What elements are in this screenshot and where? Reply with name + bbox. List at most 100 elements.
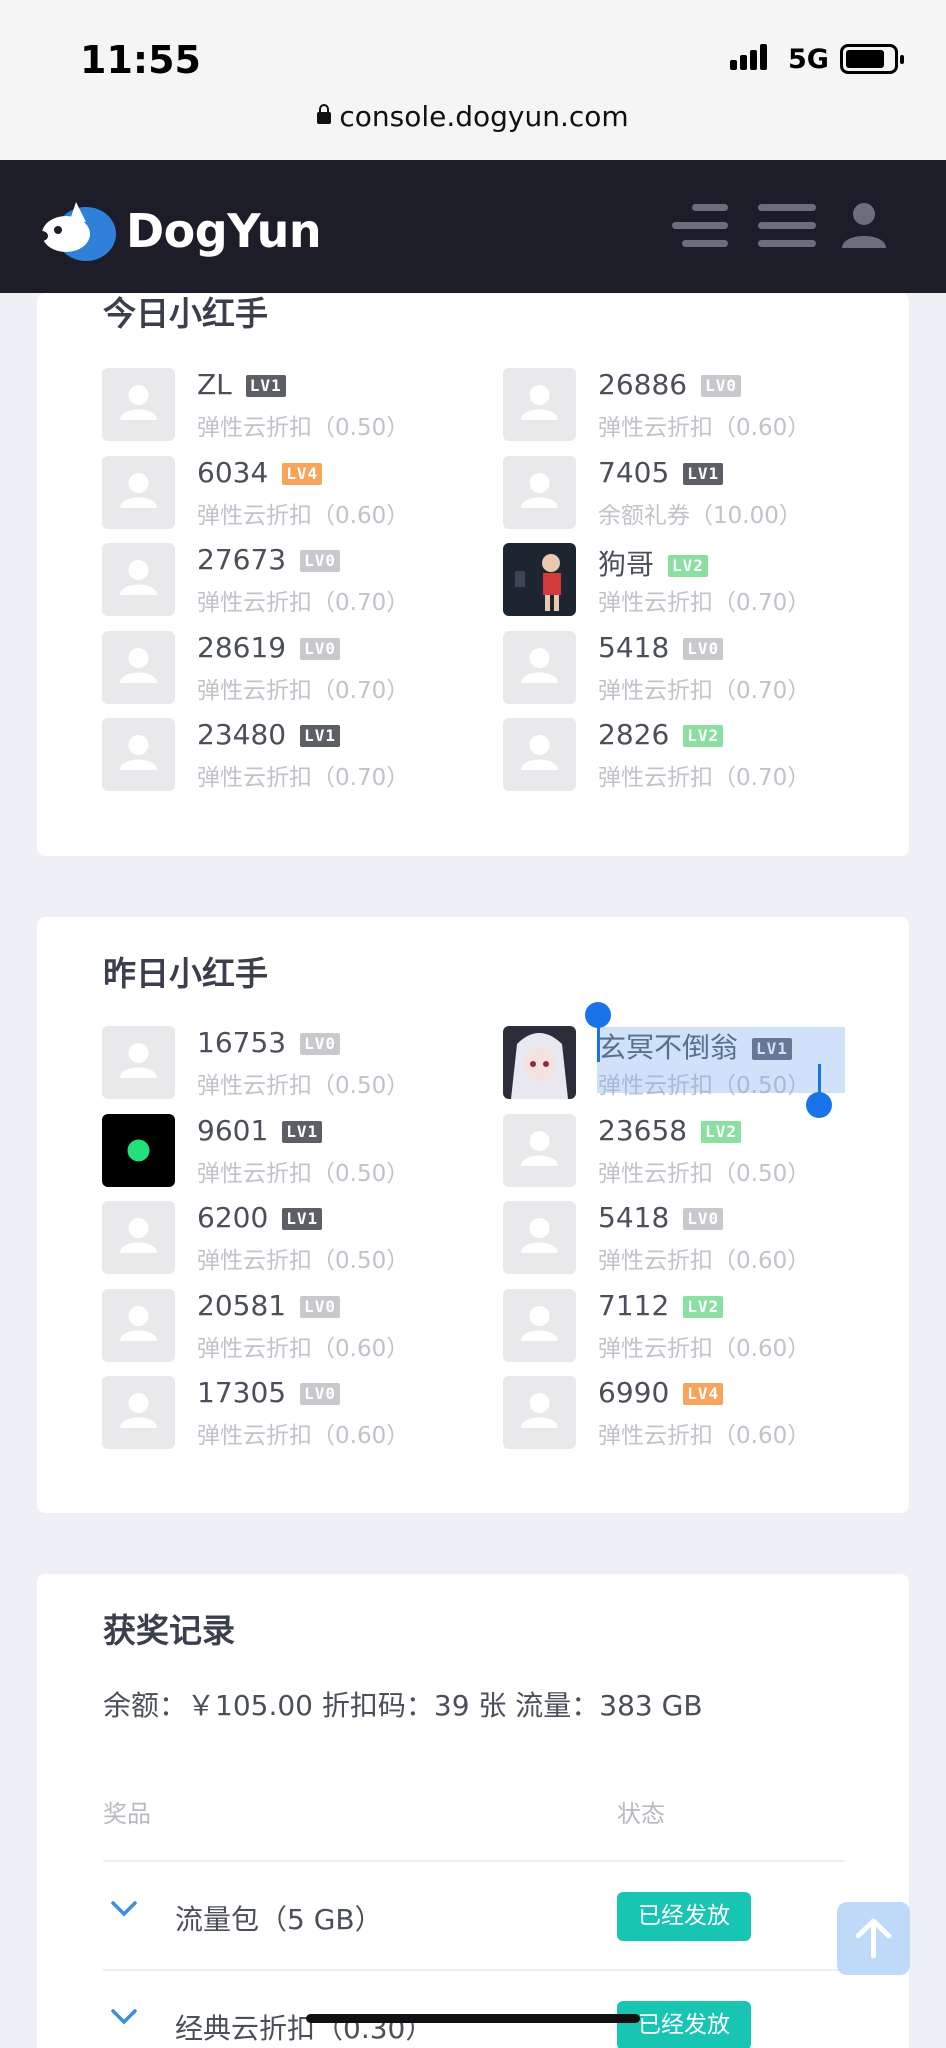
- prize-name: 经典云折扣（0.30）: [175, 2012, 434, 2045]
- winner-name: 7112 LV2: [598, 1289, 724, 1322]
- winner-item: 28619 LV0 弹性云折扣（0.70）: [102, 630, 472, 705]
- avatar: [102, 1201, 175, 1274]
- winner-name: 16753 LV0: [197, 1026, 340, 1059]
- winner-prize: 弹性云折扣（0.50）: [197, 1160, 410, 1187]
- winner-item: 5418 LV0 弹性云折扣（0.60）: [503, 1201, 873, 1275]
- winner-name-text: 27673: [197, 543, 287, 576]
- menu-icon[interactable]: [758, 202, 816, 250]
- winner-item: 玄冥不倒翁 LV1 弹性云折扣（0.50）: [503, 1002, 873, 1118]
- level-badge: LV1: [282, 1120, 323, 1143]
- winner-name: 6990 LV4: [598, 1376, 724, 1409]
- status-time: 11:55: [80, 38, 201, 82]
- lock-icon: [317, 104, 332, 124]
- chevron-down-icon[interactable]: [109, 2002, 139, 2032]
- winner-name: ZL LV1: [197, 368, 286, 401]
- winner-prize: 弹性云折扣（0.70）: [197, 677, 410, 704]
- avatar: [503, 543, 576, 616]
- winner-name: 5418 LV0: [598, 630, 724, 664]
- winner-item: 20581 LV0 弹性云折扣（0.60）: [102, 1288, 472, 1363]
- url-text: console.dogyun.com: [339, 100, 629, 133]
- winner-name-text: 28619: [197, 630, 287, 664]
- level-badge: LV1: [300, 725, 340, 747]
- yesterday-title: 昨日小红手: [103, 954, 268, 993]
- selection-start-dot[interactable]: [585, 1002, 611, 1028]
- winner-name-text: 9601: [197, 1113, 269, 1147]
- winner-name: 9601 LV1: [197, 1113, 323, 1147]
- avatar: [503, 718, 576, 791]
- level-badge: LV0: [683, 1208, 724, 1230]
- avatar: [503, 455, 576, 529]
- winner-prize: 弹性云折扣（0.70）: [197, 765, 410, 791]
- level-badge: LV0: [701, 375, 741, 397]
- avatar: [102, 718, 175, 791]
- winner-prize: 弹性云折扣（0.60）: [197, 1423, 410, 1449]
- winner-name-text: 5418: [598, 630, 670, 664]
- level-badge: LV0: [300, 637, 340, 660]
- level-badge: LV4: [683, 1383, 724, 1405]
- winner-item: 6200 LV1 弹性云折扣（0.50）: [102, 1201, 472, 1275]
- winner-item: 9601 LV1 弹性云折扣（0.50）: [102, 1113, 472, 1188]
- dog-logo-icon: [36, 202, 116, 261]
- records-summary: 余额：￥105.00 折扣码：39 张 流量：383 GB: [103, 1689, 703, 1722]
- winner-name-text: 26886: [598, 368, 688, 401]
- level-badge: LV1: [245, 375, 286, 397]
- level-badge: LV0: [300, 1383, 340, 1405]
- winner-name: 26886 LV0: [598, 368, 741, 401]
- user-icon[interactable]: [842, 202, 886, 250]
- logo[interactable]: DogYun: [36, 200, 322, 262]
- winner-name-text: 23480: [197, 718, 287, 751]
- battery-icon: [840, 44, 904, 74]
- winner-name-text: 2826: [598, 718, 670, 751]
- winner-name: 6034 LV4: [197, 455, 323, 489]
- chevron-down-icon[interactable]: [109, 1894, 139, 1924]
- winner-name: 23480 LV1: [197, 718, 340, 751]
- winner-name: 28619 LV0: [197, 631, 340, 664]
- level-badge: LV0: [300, 550, 340, 572]
- winner-prize: 弹性云折扣（0.70）: [598, 765, 811, 791]
- winner-prize: 弹性云折扣（0.50）: [197, 1073, 410, 1099]
- avatar: [503, 1288, 576, 1362]
- winner-prize: 弹性云折扣（0.60）: [598, 1335, 811, 1362]
- winner-name-text: 狗哥: [598, 548, 655, 581]
- logo-text: DogYun: [126, 204, 322, 258]
- winner-prize: 弹性云折扣（0.60）: [598, 1248, 811, 1274]
- winner-item: ZL LV1 弹性云折扣（0.50）: [102, 368, 472, 442]
- winner-item: 7112 LV2 弹性云折扣（0.60）: [503, 1288, 873, 1363]
- avatar: [102, 1113, 175, 1187]
- today-winners-card: 今日小红手 ZL LV1 弹性云折扣（0.50） 26886 LV0 弹性云折扣（0.60…: [37, 293, 909, 856]
- winner-name-text: 23658: [598, 1113, 688, 1147]
- winner-name-text: 6034: [197, 455, 269, 489]
- level-badge: LV0: [300, 1033, 340, 1055]
- status-badge: 已经发放: [617, 2001, 751, 2048]
- avatar: [102, 1288, 175, 1362]
- divider: [103, 1860, 845, 1862]
- col-prize-header: 奖品: [103, 1800, 151, 1828]
- winner-prize: 弹性云折扣（0.60）: [598, 415, 811, 441]
- winner-name: 5418 LV0: [598, 1201, 724, 1234]
- avatar: [102, 455, 175, 529]
- avatar: [503, 630, 576, 704]
- winner-prize: 弹性云折扣（0.50）: [197, 415, 410, 441]
- avatar: [503, 1026, 576, 1099]
- winner-prize: 弹性云折扣（0.70）: [598, 677, 811, 704]
- winner-name-text: 6200: [197, 1201, 269, 1234]
- winner-name-text: 5418: [598, 1201, 670, 1234]
- avatar: [102, 368, 175, 441]
- winner-name: 2826 LV2: [598, 718, 724, 751]
- arrow-up-icon: [855, 1918, 892, 1959]
- menu-fold-icon[interactable]: [672, 202, 730, 250]
- winner-name: 狗哥 LV2: [598, 543, 708, 583]
- winner-item: 26886 LV0 弹性云折扣（0.60）: [503, 368, 873, 442]
- level-badge: LV4: [282, 462, 323, 485]
- winner-item: 6034 LV4 弹性云折扣（0.60）: [102, 455, 472, 530]
- winner-prize: 弹性云折扣（0.60）: [598, 1423, 811, 1449]
- yesterday-winners-card: 昨日小红手 16753 LV0 弹性云折扣（0.50） 玄冥不倒翁 LV1 弹性云折扣（0…: [37, 917, 909, 1513]
- signal-icon: [730, 44, 767, 70]
- avatar: [102, 1026, 175, 1099]
- level-badge: LV2: [683, 1295, 724, 1318]
- winner-item: 17305 LV0 弹性云折扣（0.60）: [102, 1376, 472, 1450]
- winner-item: 2826 LV2 弹性云折扣（0.70）: [503, 718, 873, 792]
- address-bar[interactable]: console.dogyun.com: [0, 100, 946, 133]
- back-to-top-button[interactable]: [837, 1902, 910, 1975]
- winner-item: 16753 LV0 弹性云折扣（0.50）: [102, 1026, 472, 1100]
